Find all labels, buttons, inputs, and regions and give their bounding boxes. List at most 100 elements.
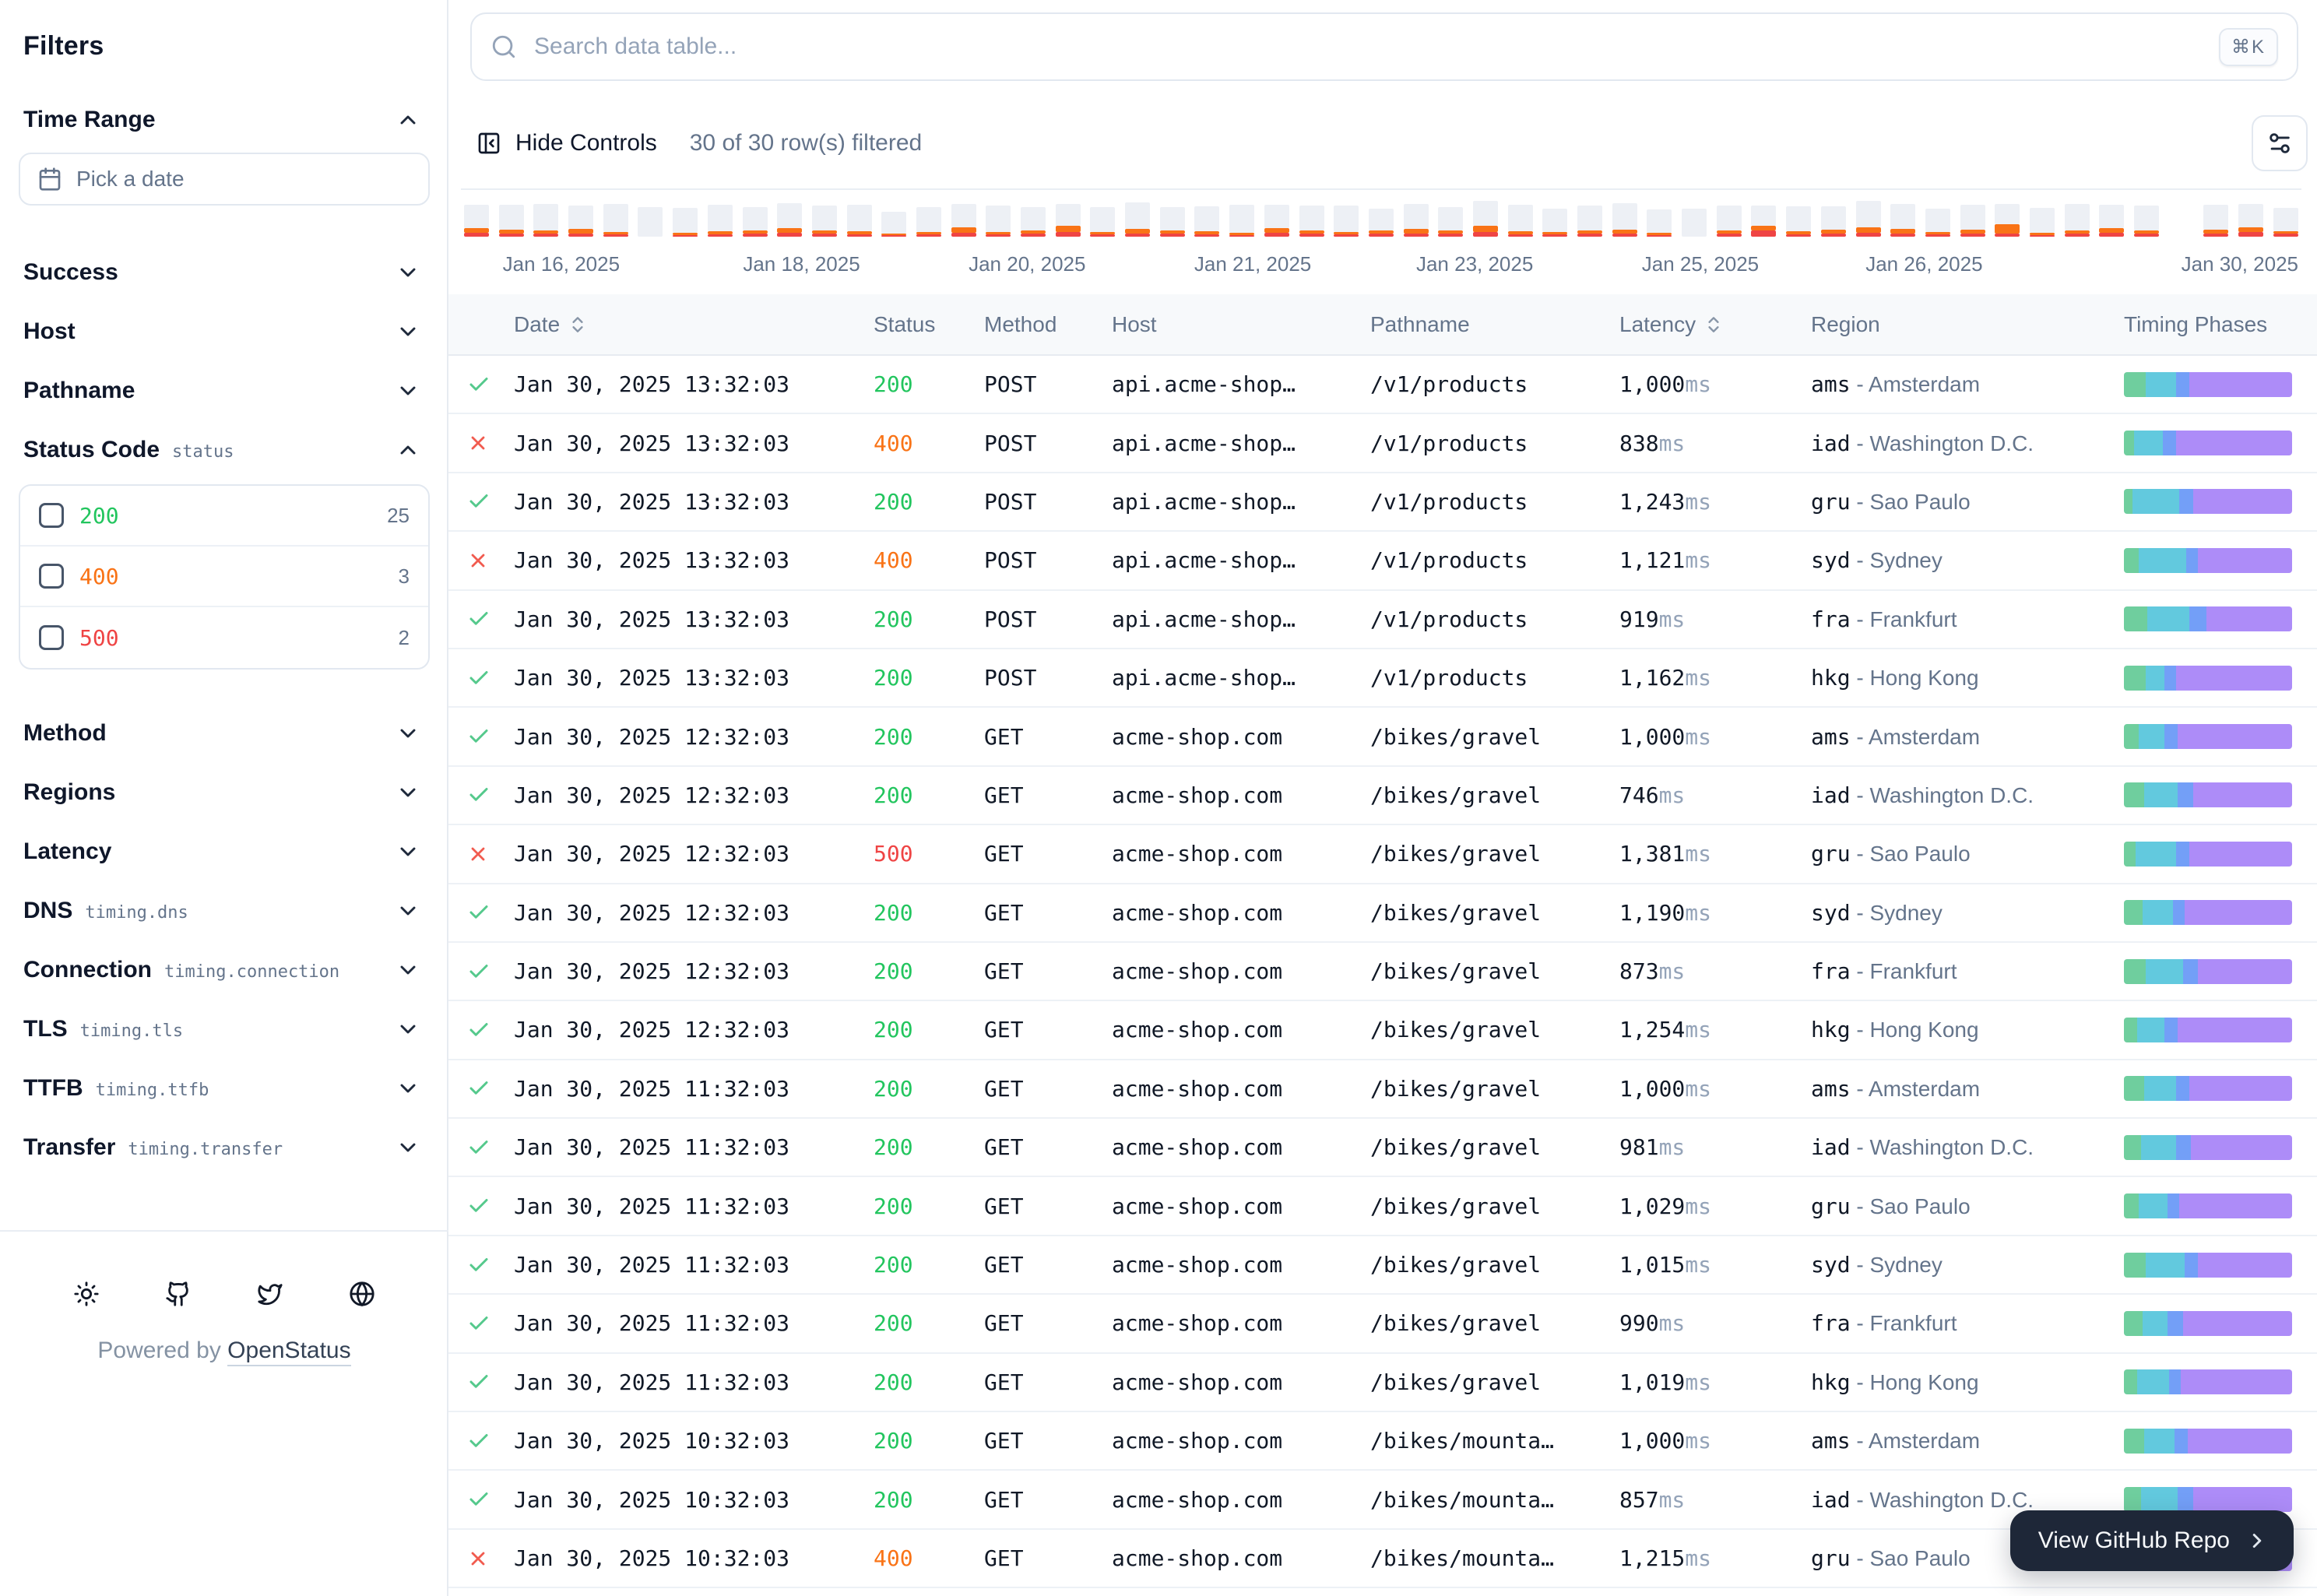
timing-phases-bar — [2124, 724, 2292, 749]
cell-host: acme-shop.com — [1112, 1017, 1370, 1042]
sidebar-section-status-code[interactable]: Status Codestatus — [0, 420, 448, 480]
cell-method: GET — [984, 1076, 1112, 1102]
cell-host: acme-shop.com — [1112, 1134, 1370, 1160]
section-label: Latency — [23, 838, 111, 865]
checkbox[interactable] — [39, 625, 64, 650]
cell-host: acme-shop.com — [1112, 958, 1370, 984]
section-label: Status Code — [23, 437, 160, 463]
table-row[interactable]: Jan 30, 2025 12:32:03200GETacme-shop.com… — [448, 767, 2317, 825]
hide-controls-button[interactable]: Hide Controls — [476, 130, 657, 156]
table-row[interactable]: Jan 30, 2025 13:32:03200POSTapi.acme-sho… — [448, 473, 2317, 532]
cell-status: 200 — [874, 489, 984, 515]
header-latency[interactable]: Latency — [1619, 312, 1811, 337]
success-check-icon — [448, 373, 514, 396]
cell-pathname: /bikes/gravel — [1370, 724, 1619, 750]
view-github-repo-button[interactable]: View GitHub Repo — [2010, 1510, 2294, 1571]
openstatus-link[interactable]: OpenStatus — [227, 1338, 350, 1366]
filters-title: Filters — [23, 31, 104, 62]
sidebar-section-host[interactable]: Host — [0, 302, 448, 361]
cell-timing-phases — [2124, 1429, 2317, 1454]
cell-pathname: /bikes/gravel — [1370, 782, 1619, 808]
sidebar-section-dns[interactable]: DNStiming.dns — [0, 881, 448, 940]
cell-date: Jan 30, 2025 10:32:03 — [514, 1428, 874, 1454]
header-date[interactable]: Date — [514, 312, 874, 337]
timing-phases-bar — [2124, 372, 2292, 397]
timing-phases-bar — [2124, 1018, 2292, 1042]
cell-method: GET — [984, 1545, 1112, 1571]
cell-date: Jan 30, 2025 11:32:03 — [514, 1076, 874, 1102]
twitter-icon[interactable] — [247, 1271, 294, 1317]
table-row[interactable]: Jan 30, 2025 13:32:03200POSTapi.acme-sho… — [448, 649, 2317, 708]
success-check-icon — [448, 725, 514, 748]
sidebar-section-latency[interactable]: Latency — [0, 822, 448, 881]
search-input[interactable] — [531, 32, 2205, 62]
table-row[interactable]: Jan 30, 2025 11:32:03200GETacme-shop.com… — [448, 1354, 2317, 1412]
sidebar-divider — [0, 1230, 448, 1232]
cell-status: 400 — [874, 431, 984, 456]
sidebar-section-pathname[interactable]: Pathname — [0, 361, 448, 420]
timeline-bar — [1438, 207, 1463, 237]
cell-host: acme-shop.com — [1112, 1487, 1370, 1513]
table-row[interactable]: Jan 30, 2025 10:32:03200GETacme-shop.com… — [448, 1412, 2317, 1471]
sidebar-section-ttfb[interactable]: TTFBtiming.ttfb — [0, 1059, 448, 1118]
status-option-500[interactable]: 5002 — [20, 607, 428, 668]
cell-region: syd - Sydney — [1811, 1252, 2124, 1278]
view-github-repo-label: View GitHub Repo — [2038, 1527, 2230, 1554]
timeline-tick-label: Jan 18, 2025 — [743, 252, 860, 276]
checkbox[interactable] — [39, 503, 64, 528]
globe-icon[interactable] — [339, 1271, 385, 1317]
checkbox[interactable] — [39, 564, 64, 589]
sidebar-section-connection[interactable]: Connectiontiming.connection — [0, 940, 448, 1000]
section-label: TLS — [23, 1016, 68, 1042]
cell-host: acme-shop.com — [1112, 1428, 1370, 1454]
table-row[interactable]: Jan 30, 2025 13:32:03400POSTapi.acme-sho… — [448, 414, 2317, 473]
cell-timing-phases — [2124, 1076, 2317, 1101]
sidebar-section-time-range[interactable]: Time Range — [0, 90, 448, 149]
timeline-bar — [1925, 209, 1950, 237]
table-row[interactable]: Jan 30, 2025 12:32:03200GETacme-shop.com… — [448, 1001, 2317, 1060]
cell-host: acme-shop.com — [1112, 724, 1370, 750]
table-row[interactable]: Jan 30, 2025 11:32:03200GETacme-shop.com… — [448, 1236, 2317, 1295]
timeline-bar — [1473, 201, 1498, 237]
table-row[interactable]: Jan 30, 2025 13:32:03200POSTapi.acme-sho… — [448, 591, 2317, 649]
cell-region: hkg - Hong Kong — [1811, 665, 2124, 691]
cell-date: Jan 30, 2025 11:32:03 — [514, 1369, 874, 1395]
sidebar-section-success[interactable]: Success — [0, 243, 448, 302]
timeline-bar — [1682, 209, 1707, 237]
timeline-bar — [1125, 202, 1150, 237]
cell-pathname: /bikes/gravel — [1370, 900, 1619, 926]
view-settings-button[interactable] — [2252, 115, 2308, 171]
cell-latency: 838ms — [1619, 431, 1811, 456]
table-row[interactable]: Jan 30, 2025 13:32:03200POSTapi.acme-sho… — [448, 356, 2317, 414]
date-picker-input[interactable]: Pick a date — [19, 153, 430, 206]
sidebar-section-tls[interactable]: TLStiming.tls — [0, 1000, 448, 1059]
table-row[interactable]: Jan 30, 2025 12:32:03200GETacme-shop.com… — [448, 708, 2317, 766]
cell-method: GET — [984, 782, 1112, 808]
cell-region: ams - Amsterdam — [1811, 1428, 2124, 1454]
table-row[interactable]: Jan 30, 2025 12:32:03200GETacme-shop.com… — [448, 943, 2317, 1001]
table-row[interactable]: Jan 30, 2025 11:32:03200GETacme-shop.com… — [448, 1295, 2317, 1353]
table-row[interactable]: Jan 30, 2025 13:32:03400POSTapi.acme-sho… — [448, 532, 2317, 590]
cell-host: acme-shop.com — [1112, 1076, 1370, 1102]
table-row[interactable]: Jan 30, 2025 12:32:03500GETacme-shop.com… — [448, 825, 2317, 884]
success-check-icon — [448, 1312, 514, 1335]
timeline-tick-label: Jan 16, 2025 — [503, 252, 620, 276]
table-row[interactable]: Jan 30, 2025 11:32:03200GETacme-shop.com… — [448, 1060, 2317, 1119]
timeline-bar — [743, 207, 768, 237]
table-row[interactable]: Jan 30, 2025 11:32:03200GETacme-shop.com… — [448, 1119, 2317, 1177]
status-option-400[interactable]: 4003 — [20, 547, 428, 607]
cell-status: 200 — [874, 1134, 984, 1160]
cell-latency: 1,254ms — [1619, 1017, 1811, 1042]
sidebar-section-transfer[interactable]: Transfertiming.transfer — [0, 1118, 448, 1177]
filter-sections: Time RangePick a date SuccessHostPathname… — [0, 90, 448, 1177]
sidebar-section-regions[interactable]: Regions — [0, 763, 448, 822]
table-row[interactable]: Jan 30, 2025 11:32:03200GETacme-shop.com… — [448, 1177, 2317, 1236]
theme-toggle-sun-icon[interactable] — [63, 1271, 110, 1317]
status-option-200[interactable]: 20025 — [20, 486, 428, 547]
cell-latency: 873ms — [1619, 958, 1811, 984]
sidebar-section-method[interactable]: Method — [0, 704, 448, 763]
github-icon[interactable] — [155, 1271, 202, 1317]
status-code-label: 400 — [79, 564, 119, 589]
timing-phases-bar — [2124, 1135, 2292, 1160]
table-row[interactable]: Jan 30, 2025 12:32:03200GETacme-shop.com… — [448, 884, 2317, 943]
